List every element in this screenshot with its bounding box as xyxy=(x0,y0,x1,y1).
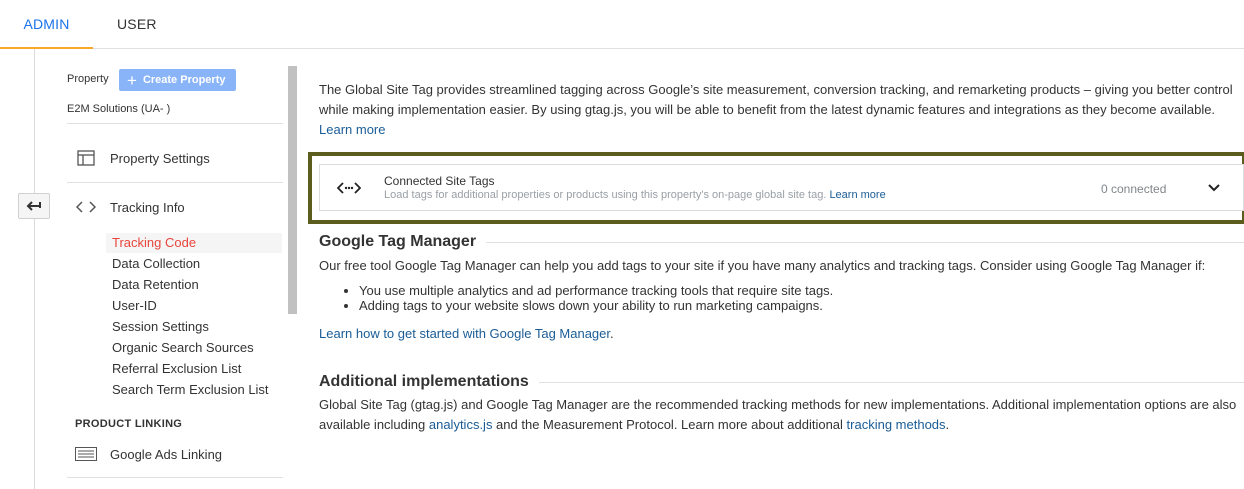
property-selector[interactable]: E2M Solutions (UA- ) xyxy=(67,103,170,115)
description-text: Load tags for additional properties or p… xyxy=(384,189,827,201)
separator xyxy=(67,182,283,183)
connected-site-tags-panel[interactable]: Connected Site Tags Load tags for additi… xyxy=(319,164,1244,211)
sidebar-item-label: Google Ads Linking xyxy=(110,446,223,462)
sidebar-divider xyxy=(34,49,35,489)
site-tag-icon xyxy=(337,182,361,194)
sidebar-subitem-search-term-exclusion-list[interactable]: Search Term Exclusion List xyxy=(106,380,282,400)
intro-text: The Global Site Tag provides streamlined… xyxy=(319,82,1233,117)
intro-paragraph: The Global Site Tag provides streamlined… xyxy=(319,80,1239,140)
plus-icon: + xyxy=(127,70,137,90)
additional-implementations-heading: Additional implementations xyxy=(319,373,1244,391)
sidebar-item-property-settings[interactable]: Property Settings xyxy=(75,149,210,167)
sidebar-subitem-data-retention[interactable]: Data Retention xyxy=(106,275,282,295)
separator xyxy=(67,477,283,478)
heading-rule xyxy=(486,241,1244,243)
sidebar-subitem-user-id[interactable]: User-ID xyxy=(106,296,282,316)
gtm-link-suffix: . xyxy=(610,326,614,341)
sidebar-subitem-session-settings[interactable]: Session Settings xyxy=(106,317,282,337)
connected-site-tags-title: Connected Site Tags xyxy=(384,174,495,188)
connected-tags-learn-more-link[interactable]: Learn more xyxy=(829,189,885,201)
heading-rule xyxy=(538,381,1244,383)
sidebar-subitem-tracking-code[interactable]: Tracking Code xyxy=(106,233,282,253)
back-button[interactable] xyxy=(18,193,50,219)
additional-paragraph: Global Site Tag (gtag.js) and Google Tag… xyxy=(319,395,1244,435)
gtm-heading-text: Google Tag Manager xyxy=(319,233,477,250)
gtm-link-line: Learn how to get started with Google Tag… xyxy=(319,324,614,344)
sidebar-subitem-organic-search-sources[interactable]: Organic Search Sources xyxy=(106,338,282,358)
analytics-js-link[interactable]: analytics.js xyxy=(429,417,493,432)
list-item: Adding tags to your website slows down y… xyxy=(359,298,833,313)
chevron-down-icon[interactable] xyxy=(1207,181,1221,195)
property-settings-icon xyxy=(75,149,97,167)
additional-heading-text: Additional implementations xyxy=(319,373,529,390)
top-tab-bar: ADMIN USER xyxy=(0,0,1244,49)
sidebar-subitem-referral-exclusion-list[interactable]: Referral Exclusion List xyxy=(106,359,282,379)
tab-admin[interactable]: ADMIN xyxy=(0,0,93,49)
admin-sidebar: Property + Create Property E2M Solutions… xyxy=(0,49,300,489)
list-item: You use multiple analytics and ad perfor… xyxy=(359,283,833,298)
tracking-code-content: The Global Site Tag provides streamlined… xyxy=(308,49,1244,489)
sidebar-item-tracking-info[interactable]: Tracking Info xyxy=(75,198,185,216)
sidebar-item-label: Property Settings xyxy=(110,150,210,166)
additional-text-3: . xyxy=(945,417,950,432)
sidebar-item-label: Tracking Info xyxy=(110,199,185,215)
back-arrow-icon xyxy=(26,201,41,211)
tab-user[interactable]: USER xyxy=(117,0,157,49)
separator xyxy=(67,123,283,124)
connected-count: 0 connected xyxy=(1101,182,1167,196)
additional-text-2: and the Measurement Protocol. Learn more… xyxy=(492,417,847,432)
create-property-button[interactable]: + Create Property xyxy=(119,69,236,91)
sidebar-scrollbar[interactable] xyxy=(288,66,297,314)
create-property-label: Create Property xyxy=(142,74,226,86)
gtm-get-started-link[interactable]: Learn how to get started with Google Tag… xyxy=(319,326,610,341)
gtm-bullet-list: You use multiple analytics and ad perfor… xyxy=(359,283,833,313)
intro-learn-more-link[interactable]: Learn more xyxy=(319,122,385,137)
product-linking-heading: PRODUCT LINKING xyxy=(75,418,183,430)
property-label: Property xyxy=(67,73,109,85)
tracking-methods-link[interactable]: tracking methods xyxy=(847,417,946,432)
ads-linking-icon xyxy=(75,445,97,463)
sidebar-subitem-data-collection[interactable]: Data Collection xyxy=(106,254,282,274)
gtm-paragraph: Our free tool Google Tag Manager can hel… xyxy=(319,258,1206,273)
code-brackets-icon xyxy=(75,198,97,216)
sidebar-item-google-ads-linking[interactable]: Google Ads Linking xyxy=(75,445,222,463)
connected-site-tags-description: Load tags for additional properties or p… xyxy=(384,189,886,201)
gtm-heading: Google Tag Manager xyxy=(319,233,1244,251)
